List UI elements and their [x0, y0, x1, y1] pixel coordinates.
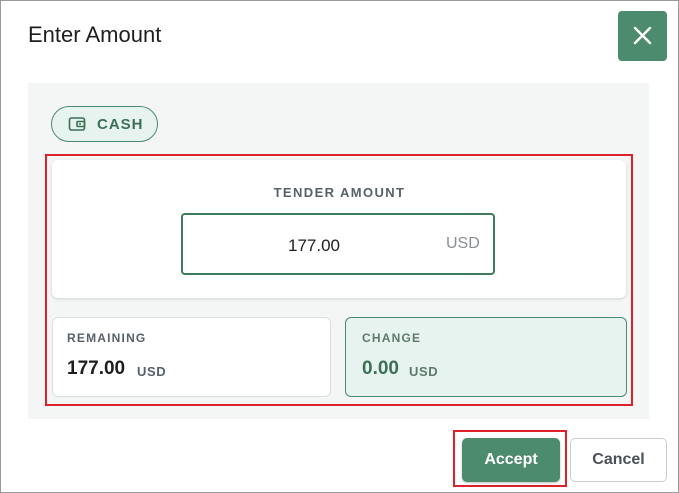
wallet-icon	[68, 117, 86, 131]
remaining-unit: USD	[137, 364, 167, 379]
accept-button[interactable]: Accept	[462, 438, 560, 482]
change-value: 0.00	[362, 358, 399, 379]
cancel-button[interactable]: Cancel	[570, 438, 667, 482]
tender-amount-label: TENDER AMOUNT	[273, 185, 406, 200]
close-button[interactable]	[618, 11, 667, 61]
cash-method-label: CASH	[97, 116, 144, 133]
dialog-title: Enter Amount	[28, 22, 162, 47]
change-card	[345, 317, 627, 397]
tender-currency: USD	[446, 235, 480, 252]
close-icon	[633, 26, 652, 45]
cash-method-chip[interactable]: CASH	[51, 106, 158, 142]
remaining-label: REMAINING	[67, 331, 147, 345]
remaining-value: 177.00	[67, 358, 126, 379]
change-unit: USD	[409, 364, 439, 379]
remaining-card	[52, 317, 331, 397]
tender-amount-value[interactable]: 177.00	[288, 236, 340, 256]
change-label: CHANGE	[362, 331, 422, 345]
